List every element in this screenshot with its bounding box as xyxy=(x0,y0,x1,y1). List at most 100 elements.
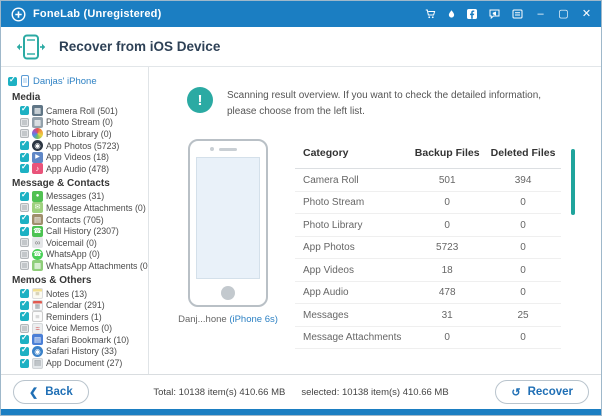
cell-backup-files: 31 xyxy=(409,310,485,321)
window-title: FoneLab (Unregistered) xyxy=(33,8,161,20)
sidebar-item-label: Call History (2307) xyxy=(46,226,119,236)
sidebar-item-label: Message Attachments (0) xyxy=(46,203,146,213)
column-category: Category xyxy=(295,147,409,159)
cell-deleted-files: 0 xyxy=(485,197,561,208)
sidebar-item[interactable]: Voicemail (0) xyxy=(8,237,148,249)
item-checkbox[interactable] xyxy=(20,359,29,368)
table-scrollbar[interactable] xyxy=(571,149,575,215)
item-checkbox[interactable] xyxy=(20,215,29,224)
back-button[interactable]: ❮ Back xyxy=(13,380,89,404)
cell-category: App Photos xyxy=(295,242,409,253)
item-checkbox[interactable] xyxy=(20,141,29,150)
item-checkbox[interactable] xyxy=(20,261,29,270)
sidebar-item[interactable]: App Videos (18) xyxy=(8,151,148,163)
body: Danjas' iPhone Media Camera Roll (501) P… xyxy=(1,67,601,374)
cell-backup-files: 0 xyxy=(409,332,485,343)
item-checkbox[interactable] xyxy=(20,129,29,138)
table-row: Message Attachments 0 0 xyxy=(295,327,561,350)
sidebar-item[interactable]: Contacts (705) xyxy=(8,214,148,226)
sidebar-item-label: Safari History (33) xyxy=(46,346,117,356)
item-checkbox[interactable] xyxy=(20,301,29,310)
device-preview: Danj...hone (iPhone 6s) xyxy=(169,119,287,349)
sidebar-device-row[interactable]: Danjas' iPhone xyxy=(8,73,148,89)
device-checkbox[interactable] xyxy=(8,77,17,86)
sidebar-item[interactable]: Photo Library (0) xyxy=(8,128,148,140)
column-backup-files: Backup Files xyxy=(409,147,485,159)
feedback-icon[interactable] xyxy=(488,8,501,20)
cart-icon[interactable] xyxy=(424,8,437,20)
titlebar: FoneLab (Unregistered) – ▢ ✕ xyxy=(1,1,601,27)
facebook-icon[interactable] xyxy=(466,8,478,20)
sidebar-item[interactable]: Message Attachments (0) xyxy=(8,202,148,214)
item-checkbox[interactable] xyxy=(20,238,29,247)
sidebar-item[interactable]: Call History (2307) xyxy=(8,225,148,237)
iphone-screen xyxy=(196,157,260,279)
titlebar-actions: – ▢ ✕ xyxy=(424,8,593,20)
sidebar-item[interactable]: Messages (31) xyxy=(8,191,148,203)
cell-backup-files: 0 xyxy=(409,220,485,231)
iphone-illustration xyxy=(188,139,268,307)
table-row: Messages 31 25 xyxy=(295,304,561,327)
sidebar-item-label: App Videos (18) xyxy=(46,152,109,162)
whatsapp-attachments-icon xyxy=(32,260,43,271)
messages-icon xyxy=(32,191,43,202)
sidebar-item[interactable]: Safari Bookmark (10) xyxy=(8,334,148,346)
item-checkbox[interactable] xyxy=(20,250,29,259)
item-checkbox[interactable] xyxy=(20,312,29,321)
cell-category: Message Attachments xyxy=(295,332,409,343)
item-checkbox[interactable] xyxy=(20,118,29,127)
close-button[interactable]: ✕ xyxy=(580,9,593,20)
totals-text: Total: 10138 item(s) 410.66 MB selected:… xyxy=(153,387,448,398)
item-checkbox[interactable] xyxy=(20,106,29,115)
cell-backup-files: 501 xyxy=(409,175,485,186)
sidebar-item[interactable]: Safari History (33) xyxy=(8,346,148,358)
sidebar-item[interactable]: App Audio (478) xyxy=(8,163,148,175)
item-checkbox[interactable] xyxy=(20,153,29,162)
sidebar-item[interactable]: App Photos (5723) xyxy=(8,140,148,152)
item-checkbox[interactable] xyxy=(20,289,29,298)
calendar-icon xyxy=(32,300,43,311)
item-checkbox[interactable] xyxy=(20,164,29,173)
sidebar-item-label: WhatsApp Attachments (0) xyxy=(46,261,149,271)
sidebar-item[interactable]: WhatsApp Attachments (0) xyxy=(8,260,148,272)
item-checkbox[interactable] xyxy=(20,347,29,356)
app-photos-icon xyxy=(32,140,43,151)
item-checkbox[interactable] xyxy=(20,203,29,212)
sidebar-item[interactable]: Notes (13) xyxy=(8,288,148,300)
info-exclamation-icon: ! xyxy=(187,87,213,113)
item-checkbox[interactable] xyxy=(20,192,29,201)
sidebar-item-label: Voice Memos (0) xyxy=(46,323,112,333)
sidebar-item[interactable]: Reminders (1) xyxy=(8,311,148,323)
sidebar-item[interactable]: Calendar (291) xyxy=(8,299,148,311)
reminders-icon xyxy=(32,311,43,322)
maximize-button[interactable]: ▢ xyxy=(557,9,570,20)
footer: ❮ Back Total: 10138 item(s) 410.66 MB se… xyxy=(1,374,601,409)
item-checkbox[interactable] xyxy=(20,324,29,333)
menu-icon[interactable] xyxy=(511,8,524,20)
whatsapp-icon xyxy=(32,249,43,260)
sidebar-item[interactable]: WhatsApp (0) xyxy=(8,249,148,261)
cell-deleted-files: 0 xyxy=(485,265,561,276)
sidebar-item[interactable]: Camera Roll (501) xyxy=(8,105,148,117)
selected-items: selected: 10138 item(s) 410.66 MB xyxy=(301,387,448,398)
item-checkbox[interactable] xyxy=(20,335,29,344)
cell-backup-files: 5723 xyxy=(409,242,485,253)
fonelab-window: FoneLab (Unregistered) – ▢ ✕ xyxy=(0,0,602,416)
item-checkbox[interactable] xyxy=(20,227,29,236)
sidebar-item-label: WhatsApp (0) xyxy=(46,249,100,259)
ink-drop-icon[interactable] xyxy=(447,8,456,20)
table-row: Photo Stream 0 0 xyxy=(295,192,561,215)
cell-category: Photo Stream xyxy=(295,197,409,208)
cell-category: Camera Roll xyxy=(295,175,409,186)
cell-backup-files: 0 xyxy=(409,197,485,208)
cell-backup-files: 478 xyxy=(409,287,485,298)
recover-button[interactable]: ↺ Recover xyxy=(495,380,589,404)
sidebar-item[interactable]: Photo Stream (0) xyxy=(8,117,148,129)
sidebar-item-label: App Audio (478) xyxy=(46,164,109,174)
minimize-button[interactable]: – xyxy=(534,9,547,20)
sidebar-item[interactable]: App Document (27) xyxy=(8,357,148,369)
section-title-messages: Message & Contacts xyxy=(12,178,148,189)
table-row: Camera Roll 501 394 xyxy=(295,169,561,192)
page-header: Recover from iOS Device xyxy=(1,27,601,67)
sidebar-item[interactable]: Voice Memos (0) xyxy=(8,323,148,335)
